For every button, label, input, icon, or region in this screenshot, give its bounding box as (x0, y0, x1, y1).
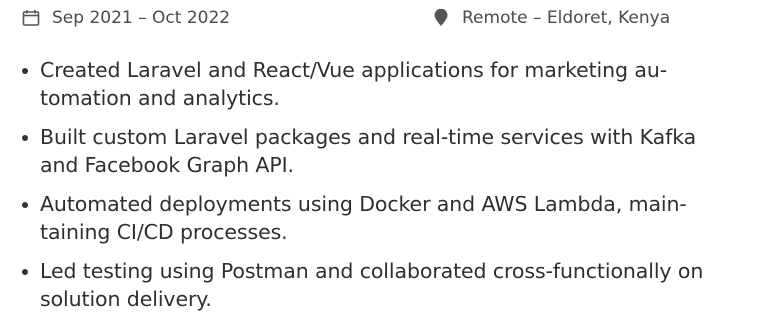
list-item-line: Built custom Laravel packages and real-t… (40, 125, 697, 149)
list-item-line: Created Laravel and React/Vue applicatio… (40, 58, 668, 82)
list-item-line: Led testing using Postman and collaborat… (40, 259, 704, 283)
bullet-dot (22, 135, 28, 141)
bullet-dot (22, 68, 28, 74)
location: Remote – Eldoret, Kenya (432, 8, 670, 28)
bullet-dot (22, 269, 28, 275)
bullet-dot (22, 202, 28, 208)
responsibilities-list: Created Laravel and React/Vue applicatio… (22, 56, 771, 313)
list-item: Created Laravel and React/Vue applicatio… (22, 56, 771, 112)
experience-meta: Sep 2021 – Oct 2022 Remote – Eldoret, Ke… (22, 8, 771, 34)
list-item-line: taining CI/CD processes. (40, 220, 288, 244)
list-item: Led testing using Postman and collaborat… (22, 257, 771, 313)
list-item: Built custom Laravel packages and real-t… (22, 123, 771, 179)
list-item-line: and Facebook Graph API. (40, 153, 294, 177)
experience-entry: Sep 2021 – Oct 2022 Remote – Eldoret, Ke… (0, 0, 783, 329)
calendar-icon (22, 9, 40, 27)
list-item-line: solution delivery. (40, 287, 212, 311)
map-pin-icon (432, 9, 450, 27)
location-text: Remote – Eldoret, Kenya (462, 8, 671, 28)
list-item: Automated deployments using Docker and A… (22, 190, 771, 246)
date-range-text: Sep 2021 – Oct 2022 (52, 8, 231, 28)
list-item-line: Automated deployments using Docker and A… (40, 192, 687, 216)
date-range: Sep 2021 – Oct 2022 (22, 8, 230, 28)
list-item-line: tomation and analytics. (40, 86, 280, 110)
